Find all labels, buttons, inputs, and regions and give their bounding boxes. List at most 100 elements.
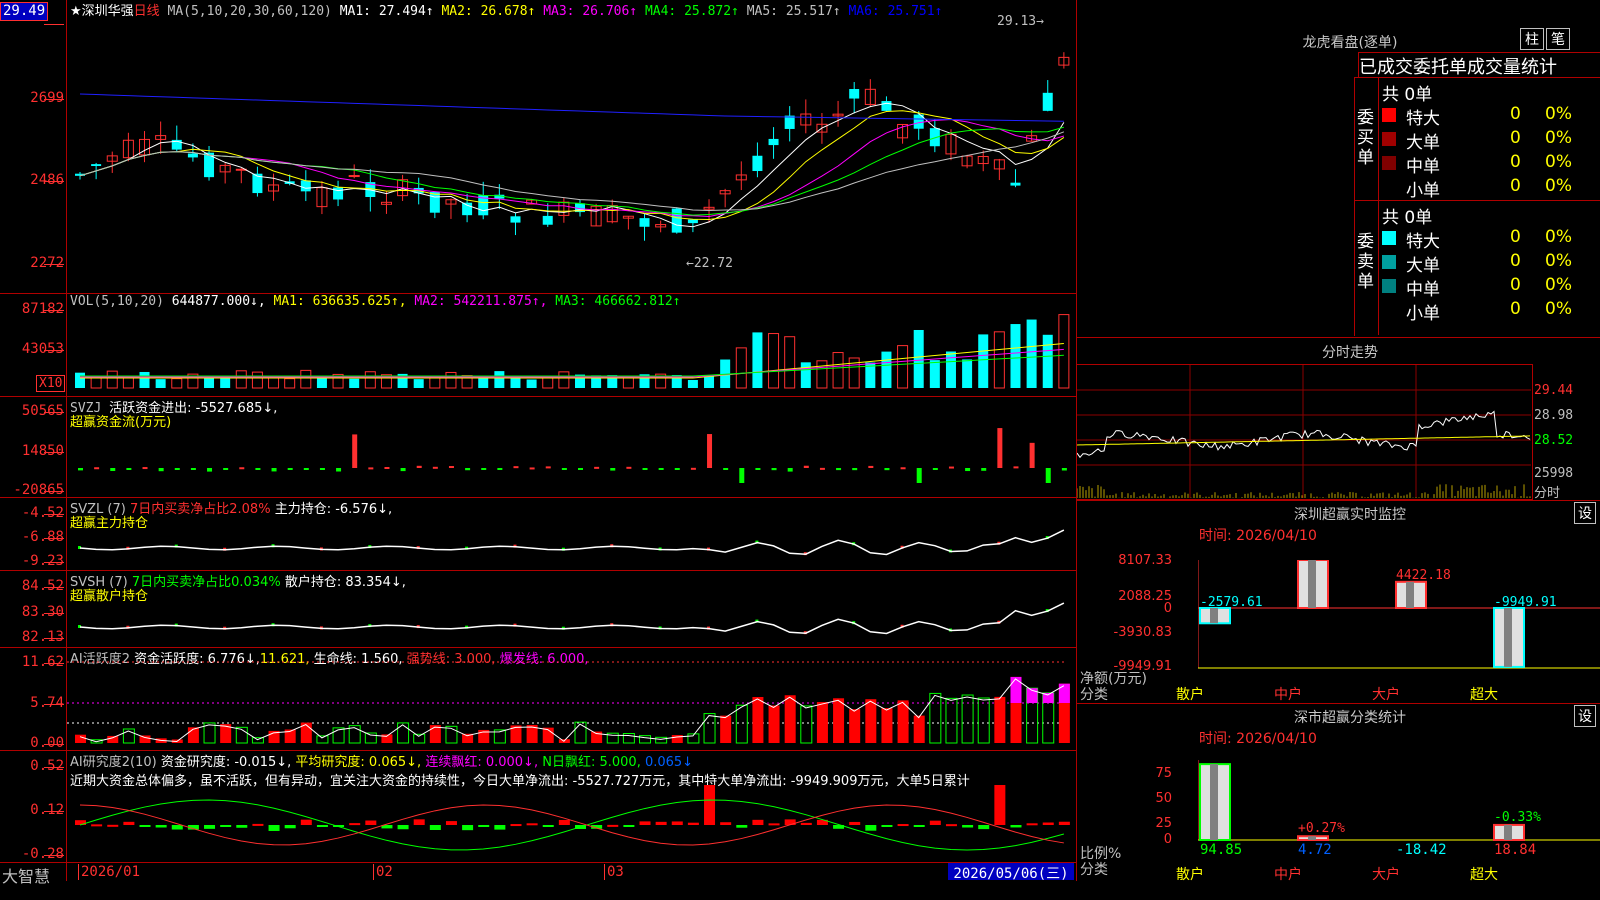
research-bar	[1010, 825, 1022, 828]
volume-bar	[800, 362, 811, 388]
svzj-bar	[142, 467, 148, 470]
classify-axis-label: 0	[1163, 832, 1172, 847]
svzj-bar	[336, 468, 342, 472]
research-bar	[671, 821, 683, 825]
sell-row-name: 大单	[1406, 256, 1440, 276]
svsh-chart[interactable]	[67, 572, 1075, 647]
svzj-bar	[787, 468, 793, 472]
activity-peak	[1010, 676, 1022, 703]
volume-chart[interactable]	[67, 308, 1075, 390]
candle-body	[91, 164, 102, 167]
volume-bar	[526, 379, 537, 388]
legend-swatch	[1382, 156, 1396, 170]
volume-bar	[300, 369, 312, 389]
volume-bar	[687, 379, 698, 388]
fenshi-title: 分时走势	[1322, 345, 1378, 361]
svzj-bar	[626, 466, 632, 469]
research-bar	[478, 825, 490, 827]
monitor-category: 超大	[1470, 687, 1498, 703]
date-tick-1: 2026/01	[78, 864, 140, 880]
low-label: ←22.72	[686, 256, 733, 271]
svzj-bar	[255, 468, 261, 470]
svzj-bar	[126, 468, 132, 470]
candle-body	[429, 192, 440, 213]
research-bar	[123, 821, 135, 825]
activity-bar	[994, 696, 1006, 743]
svzj-bar	[981, 468, 987, 471]
svzj-bar	[852, 468, 858, 471]
research-bar	[784, 819, 796, 825]
current-date-box[interactable]: 2026/05/06(三)	[948, 863, 1074, 882]
svzj-bar	[1061, 468, 1067, 471]
candlestick-chart[interactable]	[67, 14, 1075, 293]
volume-bar	[106, 370, 118, 389]
longhu-tabs[interactable]: 已成交委托单成交量统计	[1358, 52, 1600, 78]
svzl-axis-3: -9.23	[21, 553, 64, 569]
classify-title: 深市超赢分类统计	[1294, 710, 1406, 726]
activity-bar	[945, 697, 958, 744]
research-bar	[623, 825, 635, 827]
research-bar	[687, 822, 699, 825]
candle-body	[639, 218, 650, 227]
sell-row-name: 小单	[1406, 304, 1440, 324]
research-bar	[236, 825, 248, 828]
svzj-bar	[674, 468, 680, 470]
volume-bar	[171, 378, 183, 389]
legend-swatch	[1382, 255, 1396, 269]
monitor-time: 时间: 2026/04/10	[1199, 528, 1317, 544]
svzj-bar	[174, 468, 180, 470]
research-bar	[994, 785, 1006, 825]
ai1-axis-3: 0.00	[30, 735, 64, 751]
sell-row-pct: 0%	[1545, 251, 1572, 271]
vol-axis-2: 43053	[21, 341, 64, 357]
svzj-bar	[948, 466, 954, 469]
buy-row-count: 0	[1510, 104, 1521, 124]
svzj-bar	[642, 468, 648, 470]
candle-body	[187, 153, 198, 158]
research-bar	[316, 825, 328, 827]
svzj-bar	[610, 468, 616, 471]
activity-bar	[784, 695, 796, 743]
classify-settings-button[interactable]: 设	[1574, 705, 1596, 727]
research-bar	[800, 822, 812, 825]
vol-unit-badge: X10	[36, 375, 66, 392]
svzj-bar	[884, 468, 890, 471]
ai-activity-chart[interactable]	[67, 649, 1075, 750]
buy-row-pct: 0%	[1545, 176, 1572, 196]
research-line-red	[79, 804, 1064, 846]
volume-bar	[622, 377, 634, 389]
svzj-chart[interactable]	[67, 398, 1075, 497]
monitor-settings-button[interactable]: 设	[1574, 502, 1596, 524]
ai-research-chart[interactable]	[67, 752, 1075, 862]
monitor-bar-chart[interactable]: -2579.61 8107.33 4422.18 -9949.91	[1198, 560, 1600, 685]
research-bar	[75, 820, 86, 825]
candle-body	[768, 138, 779, 146]
volume-bar	[832, 352, 844, 389]
ai1-axis-1: 11.62	[21, 654, 64, 670]
buy-row-count: 0	[1510, 176, 1521, 196]
classify-category: 大户	[1372, 867, 1400, 883]
activity-bar	[913, 715, 925, 743]
candle-body	[542, 215, 553, 225]
svzj-bar	[384, 467, 390, 470]
activity-bar	[397, 722, 410, 744]
research-bar	[913, 825, 925, 827]
pen-mode-button[interactable]: 笔	[1546, 28, 1570, 50]
sell-row-name: 特大	[1406, 232, 1440, 252]
buy-row-pct: 0%	[1545, 104, 1572, 124]
fenshi-axis-2: 28.98	[1534, 408, 1574, 423]
svzl-chart[interactable]	[67, 499, 1075, 570]
monitor-xlabel: 分类	[1080, 687, 1108, 703]
volume-bar	[881, 351, 892, 388]
legend-swatch	[1382, 132, 1396, 146]
intraday-chart[interactable]	[1077, 365, 1531, 498]
bar-mode-button[interactable]: 柱	[1520, 28, 1544, 50]
classify-change-label: +0.27%	[1298, 821, 1345, 836]
svzj-axis-2: 14850	[21, 443, 64, 459]
svzj-bar	[239, 467, 245, 470]
svzj-bar	[819, 467, 825, 470]
candle-body	[849, 89, 860, 99]
svsh-axis-1: 84.52	[21, 578, 64, 594]
volume-bar	[268, 376, 280, 389]
activity-bar	[849, 709, 861, 743]
